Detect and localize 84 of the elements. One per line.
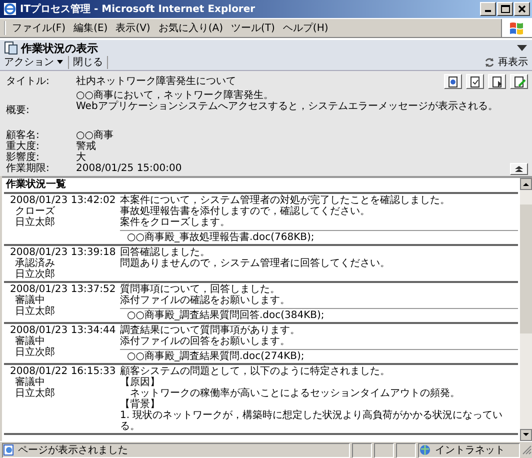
- refresh-button[interactable]: 再表示: [484, 55, 528, 69]
- maximize-button[interactable]: [497, 2, 513, 16]
- status-panel: [374, 442, 394, 458]
- entry-date: 2008/01/23 13:42:02: [10, 195, 117, 206]
- entry-date: 2008/01/23 13:39:18: [10, 247, 117, 258]
- entry-status: クローズ: [14, 206, 56, 217]
- entry-author: 日立次郎: [14, 347, 56, 358]
- scrollbar[interactable]: [520, 178, 532, 441]
- field-value: ○○商事: [76, 130, 114, 141]
- message-line: 【原因】: [120, 377, 161, 388]
- security-zone: イントラネット: [435, 444, 505, 457]
- menu-item[interactable]: お気に入り(A): [154, 21, 227, 35]
- document-check-button[interactable]: [466, 74, 484, 89]
- menu-item[interactable]: ファイル(F): [8, 21, 70, 35]
- attachment-link[interactable]: ○○商事殿_調査結果質問回答.doc(384KB);: [127, 310, 324, 321]
- attachment-link[interactable]: ○○商事殿_事故処理報告書.doc(768KB);: [127, 232, 314, 243]
- field-value: Webアプリケーションシステムへアクセスすると，システムエラーメッセージが表示される。: [76, 101, 499, 112]
- page-title: 作業状況の表示: [21, 40, 98, 56]
- close-icon: [517, 4, 527, 14]
- message-line: 【背景】: [120, 399, 161, 410]
- status-message: ページが表示されました: [18, 444, 128, 457]
- entry-date: 2008/01/23 13:37:52: [10, 284, 117, 295]
- message-line: 1. 現状のネットワークが，構築時に想定した状況より高負荷がかかる状況になっている。: [120, 410, 504, 432]
- document-icon: [4, 41, 18, 55]
- message-line: 添付ファイルの確認をお願いします。: [120, 295, 291, 306]
- entry-date: 2008/01/22 16:15:33: [10, 366, 117, 377]
- attachment-link[interactable]: ○○商事殿_調査結果質問.doc(274KB);: [127, 351, 304, 362]
- message-line: 案件をクローズします。: [120, 217, 231, 228]
- message-line: 添付ファイルの回答をお願いします。: [120, 336, 291, 347]
- entry-status: 承認済み: [14, 258, 56, 269]
- globe-icon: [419, 444, 432, 456]
- field-label: 概要:: [6, 105, 30, 116]
- message-line: ネットワークの稼働率が高いことによるセッションタイムアウトの頻発。: [130, 388, 461, 399]
- caret-icon: [56, 59, 64, 65]
- scroll-up-icon: [520, 178, 532, 190]
- menu-item[interactable]: 表示(V): [112, 21, 154, 35]
- field-value: ○○商事において，ネットワーク障害発生。: [76, 90, 274, 101]
- entry-status: 審議中: [14, 336, 46, 347]
- status-panel: [352, 442, 372, 458]
- minimize-button[interactable]: [480, 2, 496, 16]
- maximize-icon: [500, 4, 510, 14]
- close-page-button[interactable]: 閉じる: [73, 56, 108, 68]
- menu-item[interactable]: ヘルプ(H): [278, 21, 332, 35]
- entry-author: 日立太郎: [14, 306, 56, 317]
- refresh-icon: [484, 56, 495, 68]
- field-value: 社内ネットワーク障害発生について: [76, 76, 237, 87]
- entry-status: 審議中: [14, 377, 46, 388]
- field-value: 大: [76, 152, 87, 163]
- action-menu[interactable]: アクション: [4, 56, 69, 68]
- field-value: 2008/01/25 15:00:00: [76, 163, 183, 174]
- document-edit-button[interactable]: [510, 74, 528, 89]
- close-button[interactable]: [514, 2, 530, 16]
- browser-icon: [3, 2, 17, 16]
- message-line: 問題ありませんので，システム管理者に回答してください。: [120, 258, 391, 269]
- minimize-icon: [485, 10, 491, 12]
- field-label: 重大度:: [6, 141, 40, 152]
- resize-grip-icon: [522, 445, 532, 455]
- entry-date: 2008/01/23 13:34:44: [10, 325, 117, 336]
- status-panel: [396, 442, 416, 458]
- message-line: 顧客システムの問題として，以下のように特定されました。: [120, 366, 391, 377]
- menu-item[interactable]: ツール(T): [227, 21, 279, 35]
- field-label: 影響度:: [6, 152, 40, 163]
- message-line: 調査結果について質問事項があります。: [120, 325, 301, 336]
- field-label: 作業期限:: [6, 163, 50, 174]
- message-line: 回答確認しました。: [120, 247, 211, 258]
- message-line: 質問事項について，回答しました。: [120, 284, 281, 295]
- collapse-button[interactable]: [510, 163, 528, 175]
- field-label: タイトル:: [6, 76, 50, 87]
- entry-author: 日立太郎: [14, 217, 56, 228]
- collapse-icon: [514, 165, 524, 173]
- window-title: ITプロセス管理 - Microsoft Internet Explorer: [20, 2, 256, 16]
- entry-status: 審議中: [14, 295, 46, 306]
- message-line: 事故処理報告書を添付しますので，確認してください。: [120, 206, 371, 217]
- entry-author: 日立太郎: [14, 388, 56, 399]
- field-label: 顧客名:: [6, 130, 40, 141]
- document-link-button[interactable]: [444, 74, 462, 89]
- message-line: 本案件について，システム管理者の対処が完了したことを確認しました。: [120, 195, 451, 206]
- document-forward-button[interactable]: [488, 74, 506, 89]
- page-icon: [3, 444, 15, 456]
- field-value: 警戒: [76, 141, 97, 152]
- menu-item[interactable]: 編集(E): [70, 21, 112, 35]
- entry-author: 日立次郎: [14, 269, 56, 280]
- dropdown-icon: [516, 44, 528, 52]
- section-title: 作業状況一覧: [4, 178, 518, 194]
